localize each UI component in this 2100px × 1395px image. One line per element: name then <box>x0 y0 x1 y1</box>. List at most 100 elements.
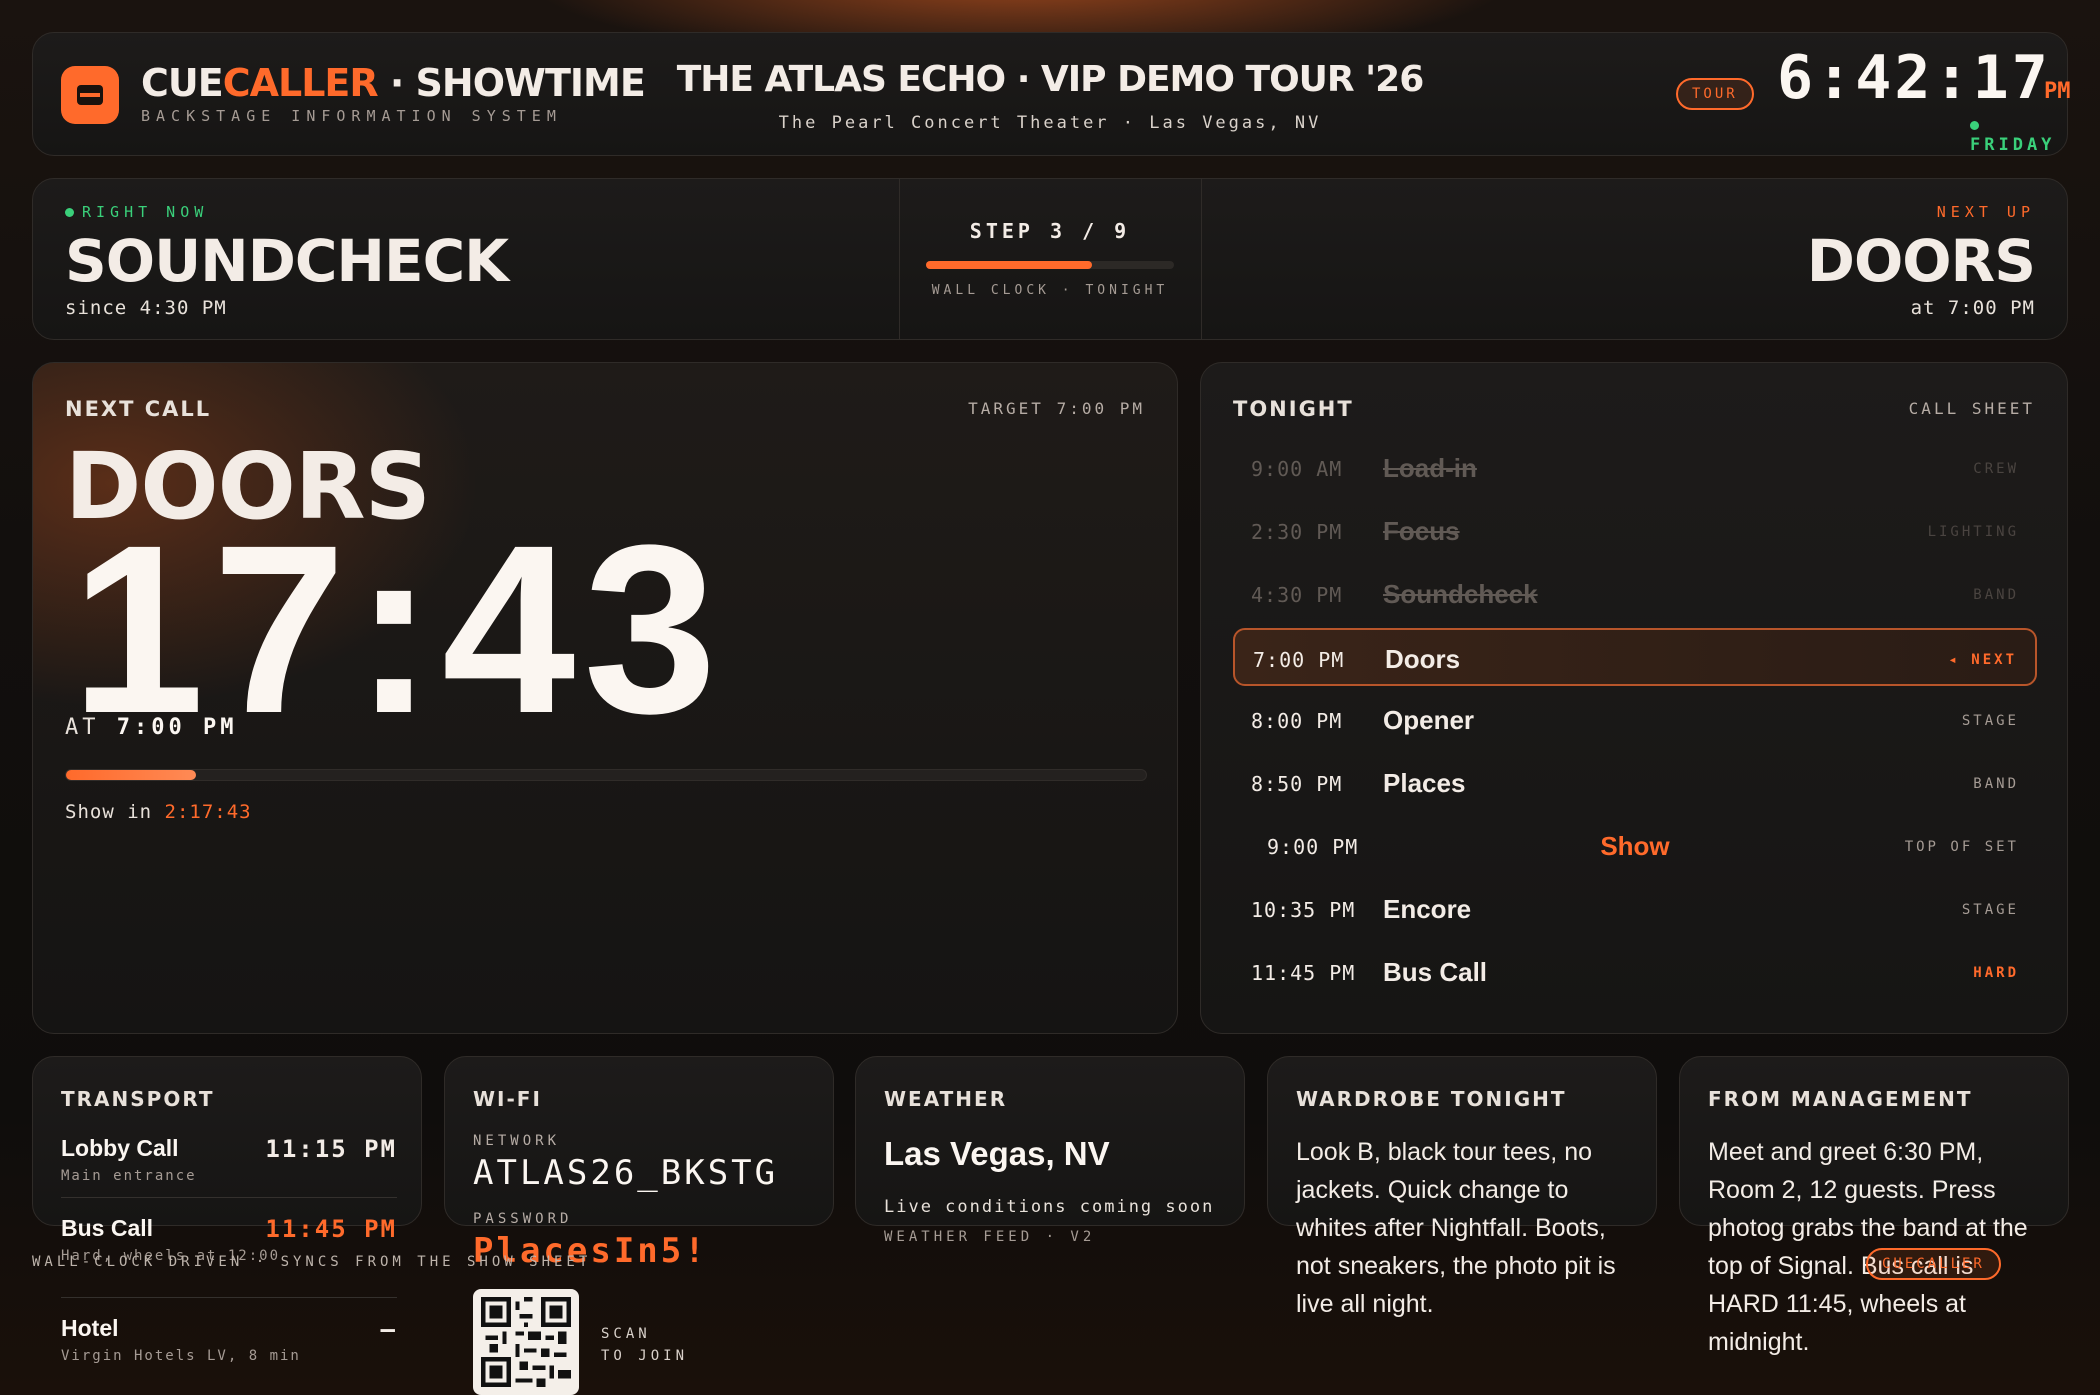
row-tag: HARD <box>1973 965 2019 981</box>
transport-time: — <box>380 1315 397 1343</box>
row-tag: LIGHTING <box>1927 524 2019 540</box>
row-tag: STAGE <box>1961 713 2019 729</box>
row-time: 11:45 PM <box>1251 961 1356 985</box>
row-tag: BAND <box>1973 776 2019 792</box>
weather-label: WEATHER <box>884 1087 1008 1111</box>
schedule-row[interactable]: 9:00 AM Load-in CREW <box>1233 439 2037 497</box>
row-name: Doors <box>1385 644 1461 674</box>
qr-code-icon[interactable] <box>473 1289 579 1395</box>
schedule-row-show[interactable]: 9:00 PM Show TOP OF SET <box>1233 817 2037 875</box>
wardrobe-card: WARDROBE TONIGHT Look B, black tour tees… <box>1267 1056 1657 1318</box>
next-call-target: TARGET 7:00 PM <box>968 399 1145 418</box>
now-strip: RIGHT NOW SOUNDCHECK since 4:30 PM STEP … <box>32 178 2068 340</box>
schedule-row[interactable]: 8:50 PM Places BAND <box>1233 754 2037 812</box>
current-since: since 4:30 PM <box>65 297 227 319</box>
row-time: 10:35 PM <box>1251 898 1356 922</box>
row-time: 8:50 PM <box>1251 772 1343 796</box>
row-time: 7:00 PM <box>1253 648 1345 672</box>
row-time: 2:30 PM <box>1251 520 1343 544</box>
divider <box>1201 179 1202 339</box>
row-time: 9:00 AM <box>1251 457 1343 481</box>
countdown-timer: 17:43 <box>71 495 725 763</box>
row-tag: STAGE <box>1961 902 2019 918</box>
row-name: Soundcheck <box>1383 579 1538 609</box>
right-now-text: RIGHT NOW <box>82 203 209 221</box>
transport-item: Lobby Call 11:15 PM Main entrance <box>61 1135 397 1184</box>
day-indicator: FRIDAY <box>1970 115 2067 155</box>
weather-status: Live conditions coming soon <box>884 1197 1215 1217</box>
schedule-row[interactable]: 8:00 PM Opener STAGE <box>1233 691 2037 749</box>
row-tag: BAND <box>1973 587 2019 603</box>
show-in-label: Show in <box>65 801 153 823</box>
row-name: Bus Call <box>1383 957 1488 987</box>
at-label: AT <box>65 715 100 740</box>
divider <box>61 1197 397 1198</box>
network-name: ATLAS26_BKSTG <box>473 1153 779 1193</box>
weather-city: Las Vegas, NV <box>884 1135 1110 1172</box>
schedule-row[interactable]: 11:45 PM Bus Call HARD <box>1233 943 2037 1001</box>
live-dot-icon <box>65 208 74 217</box>
row-name: Places <box>1383 768 1466 798</box>
transport-sub: Virgin Hotels LV, 8 min <box>61 1348 301 1364</box>
right-now-label: RIGHT NOW <box>65 203 208 221</box>
show-in: Show in 2:17:43 <box>65 801 252 823</box>
scan-to-join: SCAN TO JOIN <box>601 1323 688 1367</box>
password-label: PASSWORD <box>473 1211 573 1227</box>
schedule-row[interactable]: 2:30 PM Focus LIGHTING <box>1233 502 2037 560</box>
divider <box>899 179 900 339</box>
wifi-label: WI-FI <box>473 1087 542 1111</box>
countdown-progress-bar <box>65 769 1147 781</box>
clock-ampm: PM <box>2044 79 2071 104</box>
tonight-label: TONIGHT <box>1233 397 1354 421</box>
schedule-row[interactable]: 10:35 PM Encore STAGE <box>1233 880 2037 938</box>
next-indicator: ◂ NEXT <box>1948 652 2017 668</box>
row-time: 4:30 PM <box>1251 583 1343 607</box>
scan-line-2: TO JOIN <box>601 1348 689 1364</box>
transport-name: Hotel <box>61 1315 119 1341</box>
transport-time: 11:45 PM <box>265 1215 397 1243</box>
footer-note: WALL-CLOCK DRIVEN · SYNCS FROM THE SHOW … <box>32 1254 592 1270</box>
venue-line: The Pearl Concert Theater · Las Vegas, N… <box>778 113 1322 133</box>
row-tag: TOP OF SET <box>1904 839 2019 855</box>
next-segment-time: at 7:00 PM <box>1910 297 2035 319</box>
live-dot-icon <box>1970 120 1979 130</box>
wardrobe-label: WARDROBE TONIGHT <box>1296 1087 1567 1111</box>
network-label: NETWORK <box>473 1133 561 1149</box>
next-call-panel: NEXT CALL TARGET 7:00 PM DOORS 17:43 AT … <box>32 362 1178 1034</box>
row-name: Encore <box>1383 894 1472 924</box>
step-progress-fill <box>926 261 1093 269</box>
management-text: Meet and greet 6:30 PM, Room 2, 12 guest… <box>1708 1138 2028 1356</box>
next-call-label: NEXT CALL <box>65 397 212 421</box>
transport-time: 11:15 PM <box>265 1135 397 1163</box>
next-up-label: NEXT UP <box>1936 203 2035 221</box>
qr-code-graphic <box>481 1297 571 1387</box>
row-tag: CREW <box>1973 461 2019 477</box>
day-label: FRIDAY <box>1970 135 2056 155</box>
transport-label: TRANSPORT <box>61 1087 215 1111</box>
row-name: Load-in <box>1383 453 1477 483</box>
scan-line-1: SCAN <box>601 1326 651 1342</box>
call-sheet-label: CALL SHEET <box>1908 399 2035 418</box>
row-name: Opener <box>1383 705 1475 735</box>
next-segment-title: DOORS <box>1806 227 2036 295</box>
management-card: FROM MANAGEMENT Meet and greet 6:30 PM, … <box>1679 1056 2069 1356</box>
step-footnote: WALL CLOCK · TONIGHT <box>931 283 1169 298</box>
schedule-row[interactable]: 4:30 PM Soundcheck BAND <box>1233 565 2037 623</box>
tour-badge: TOUR <box>1676 78 1754 110</box>
header-bar: CUECALLER · SHOWTIME BACKSTAGE INFORMATI… <box>32 32 2071 156</box>
transport-sub: Main entrance <box>61 1168 197 1184</box>
transport-item: Hotel — Virgin Hotels LV, 8 min <box>61 1315 397 1364</box>
weather-feed: WEATHER FEED · V2 <box>884 1229 1096 1245</box>
at-time: 7:00 PM <box>116 715 238 740</box>
step-progress-bar <box>926 261 1174 269</box>
step-counter: STEP 3 / 9 <box>969 219 1131 243</box>
wardrobe-text: Look B, black tour tees, no jackets. Qui… <box>1296 1138 1616 1318</box>
show-in-time: 2:17:43 <box>164 801 252 823</box>
management-label: FROM MANAGEMENT <box>1708 1087 1973 1111</box>
countdown-progress-fill <box>66 770 196 780</box>
wall-clock: 6:42:17 <box>1777 43 2051 113</box>
tour-title: THE ATLAS ECHO · VIP DEMO TOUR '26 <box>676 59 1425 100</box>
current-segment-title: SOUNDCHECK <box>65 227 509 295</box>
divider <box>61 1297 397 1298</box>
schedule-row-current[interactable]: 7:00 PM Doors ◂ NEXT <box>1233 628 2037 686</box>
